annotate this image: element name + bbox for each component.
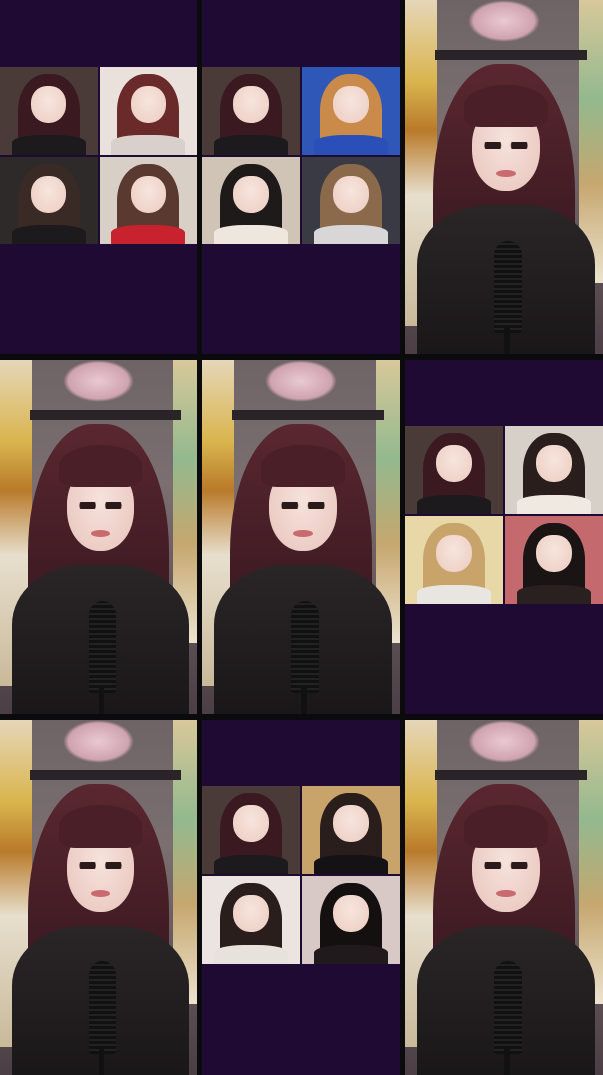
guest-face (536, 535, 572, 573)
stream-tile-5[interactable] (202, 360, 400, 714)
guest-cell-4[interactable] (505, 516, 603, 604)
streamer-bangs (464, 84, 548, 128)
microphone-stand (98, 685, 105, 714)
microphone (494, 240, 522, 333)
guest-body (416, 494, 492, 514)
guest-cell-4[interactable] (99, 156, 197, 244)
guest-cell-4[interactable] (302, 876, 400, 964)
guest-face (233, 175, 269, 213)
guest-body (213, 854, 289, 874)
guest-cell-2[interactable] (99, 67, 197, 155)
guest-face (130, 175, 166, 213)
microphone (88, 961, 117, 1054)
guest-mosaic (405, 426, 603, 604)
stream-tile-3[interactable] (405, 0, 603, 354)
guest-face (333, 175, 369, 213)
streamer-bangs (261, 444, 345, 488)
guest-cell-1[interactable] (202, 786, 300, 874)
guest-cell-3[interactable] (405, 516, 503, 604)
guest-body (313, 135, 389, 155)
guest-body (11, 135, 86, 155)
shelf (231, 409, 385, 421)
streamer-lips (293, 529, 313, 537)
guest-face (233, 86, 269, 123)
streamer-eyes (281, 501, 325, 509)
stream-tile-9[interactable] (405, 720, 603, 1075)
guest-face (333, 895, 369, 933)
microphone (494, 961, 522, 1054)
guest-face (333, 805, 369, 843)
streamer-bangs (464, 805, 548, 848)
guest-body (213, 135, 289, 155)
microphone-stand (98, 1046, 105, 1075)
streamer-eyes (78, 501, 123, 509)
shelf (29, 769, 182, 781)
guest-cell-1[interactable] (202, 67, 300, 155)
stream-tile-4[interactable] (0, 360, 197, 714)
guest-body (313, 854, 389, 874)
wall-ornament (468, 0, 540, 43)
shelf (434, 769, 588, 781)
guest-mosaic (0, 67, 197, 244)
guest-body (416, 584, 492, 604)
guest-cell-2[interactable] (302, 67, 400, 155)
guest-mosaic (202, 67, 400, 244)
shelf (29, 409, 182, 421)
guest-cell-1[interactable] (405, 426, 503, 514)
microphone-stand (301, 685, 307, 714)
guest-cell-4[interactable] (302, 156, 400, 244)
stream-tile-8[interactable] (202, 720, 400, 1075)
stream-tile-7[interactable] (0, 720, 197, 1075)
streamer-eyes (484, 862, 528, 870)
guest-cell-3[interactable] (202, 156, 300, 244)
wall-ornament (265, 360, 337, 403)
guest-body (516, 584, 592, 604)
guest-body (313, 944, 389, 964)
streamer-bangs (59, 444, 142, 488)
wall-ornament (468, 720, 540, 763)
guest-face (233, 895, 269, 933)
guest-cell-2[interactable] (505, 426, 603, 514)
streamer-eyes (484, 141, 528, 149)
guest-body (313, 224, 389, 244)
guest-body (516, 494, 592, 514)
stream-tile-1[interactable] (0, 0, 197, 354)
guest-face (333, 86, 369, 123)
streamer-lips (90, 529, 111, 537)
guest-body (213, 944, 289, 964)
guest-face (31, 175, 67, 213)
guest-cell-2[interactable] (302, 786, 400, 874)
guest-face (31, 86, 67, 123)
microphone-stand (504, 1046, 510, 1075)
streamer-lips (496, 169, 516, 177)
guest-cell-3[interactable] (202, 876, 300, 964)
guest-face (130, 86, 166, 123)
guest-face (536, 445, 572, 483)
guest-cell-1[interactable] (0, 67, 98, 155)
guest-face (233, 805, 269, 843)
streamer-bangs (59, 805, 142, 848)
guest-body (111, 224, 186, 244)
guest-face (436, 535, 472, 573)
guest-body (213, 224, 289, 244)
streamer-eyes (78, 862, 123, 870)
microphone-stand (504, 325, 510, 354)
wall-ornament (63, 720, 134, 763)
shelf (434, 49, 588, 61)
stream-tile-6[interactable] (405, 360, 603, 714)
stream-tile-2[interactable] (202, 0, 400, 354)
guest-body (11, 224, 86, 244)
guest-body (111, 135, 186, 155)
microphone (291, 600, 319, 693)
guest-mosaic (202, 786, 400, 964)
video-grid (0, 0, 603, 1075)
microphone (88, 600, 117, 693)
guest-face (436, 445, 472, 483)
guest-cell-3[interactable] (0, 156, 98, 244)
